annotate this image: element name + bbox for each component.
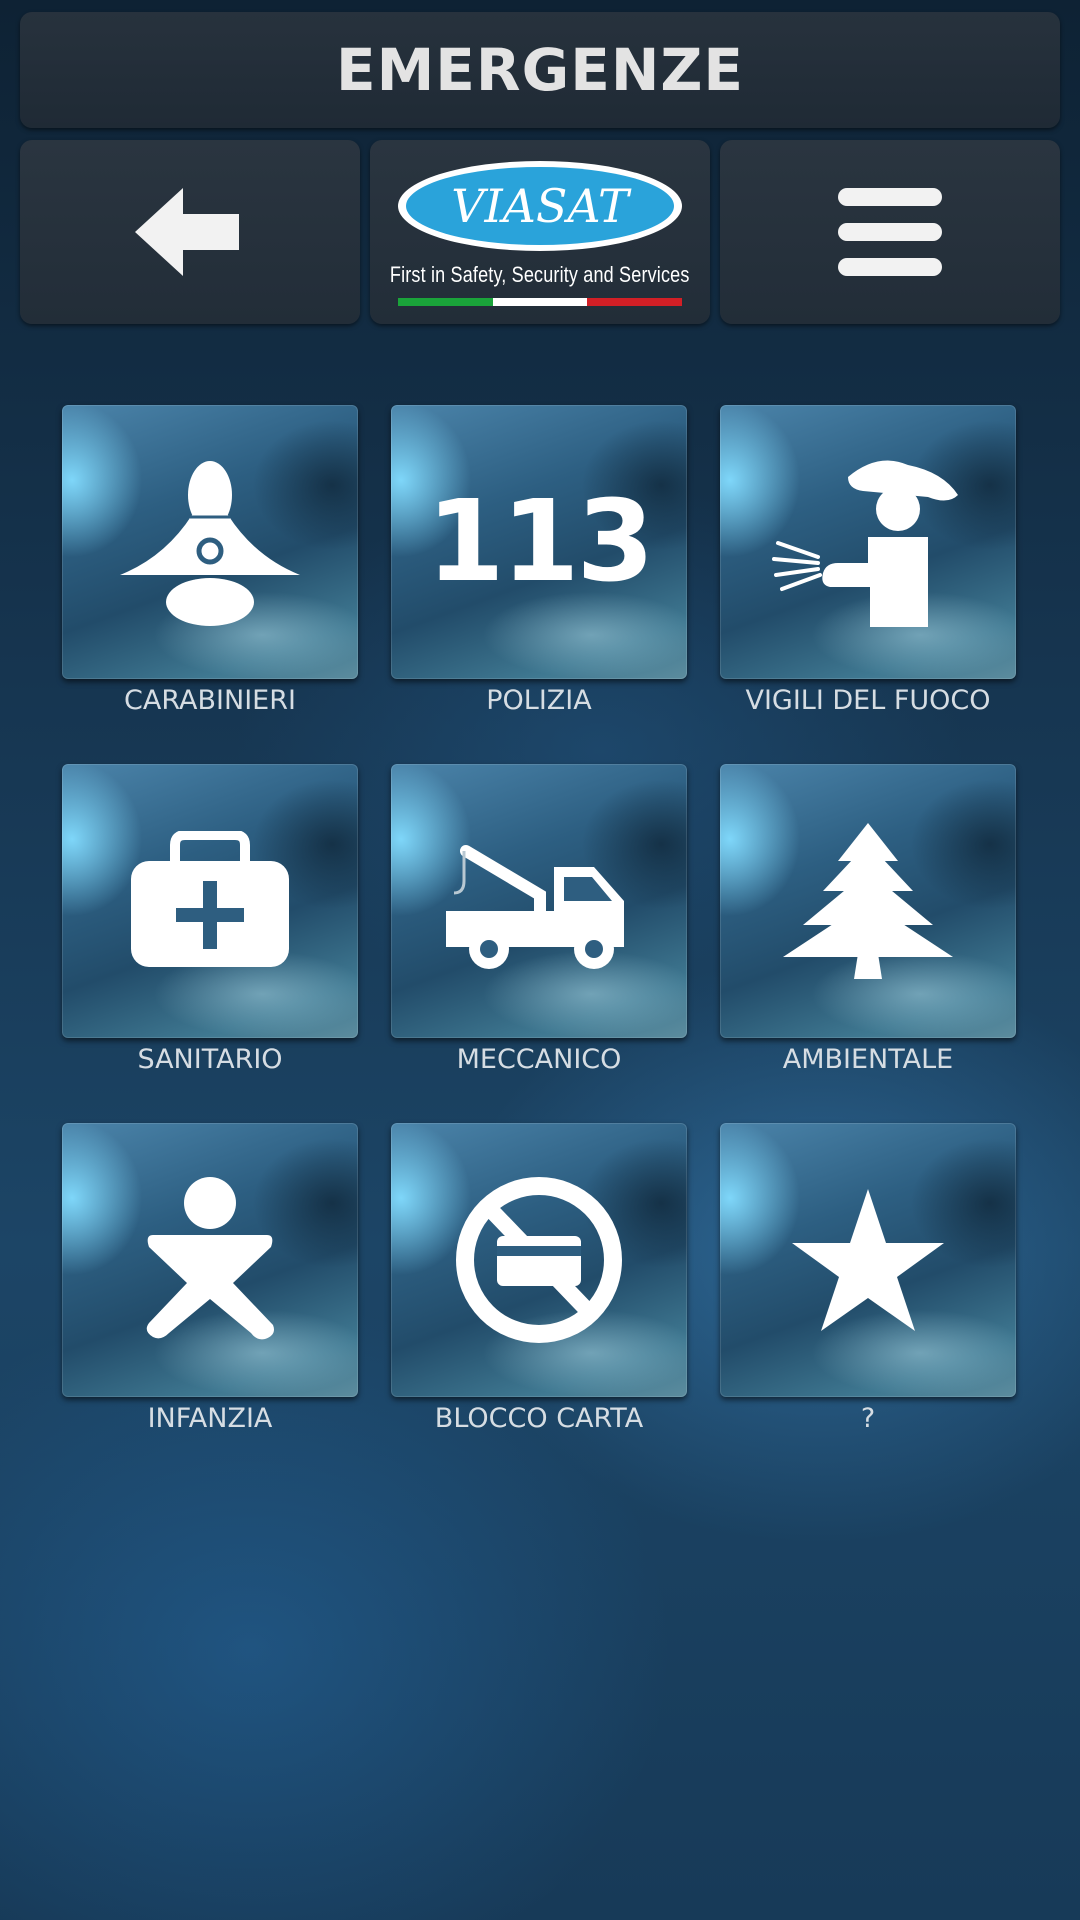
tile-blocco-carta[interactable] (391, 1123, 687, 1397)
tile-ambientale[interactable] (720, 764, 1016, 1038)
tile-label-blocco-carta: BLOCCO CARTA (434, 1403, 644, 1434)
carabiniere-icon (120, 461, 300, 626)
tile-label-infanzia: INFANZIA (147, 1403, 273, 1434)
tile-meccanico[interactable] (391, 764, 687, 1038)
pine-tree-icon (783, 823, 953, 979)
child-icon (146, 1177, 274, 1340)
menu-button[interactable] (720, 140, 1060, 324)
viasat-logo-ellipse: VIASAT (398, 161, 682, 251)
card-block-icon (456, 1177, 622, 1343)
firefighter-icon (772, 460, 958, 627)
logo-tagline: First in Safety, Security and Services (390, 262, 690, 287)
tile-vigili-del-fuoco[interactable] (720, 405, 1016, 679)
hamburger-menu-icon (838, 188, 942, 276)
tile-question[interactable] (720, 1123, 1016, 1397)
tile-label-question: ? (860, 1403, 876, 1434)
tow-truck-icon (446, 845, 624, 969)
flag-green (398, 298, 493, 306)
first-aid-kit-icon (131, 831, 289, 967)
tile-polizia[interactable]: 113 (391, 405, 687, 679)
viasat-logo: VIASAT First in Safety, Security and Ser… (390, 158, 690, 306)
title-bar: EMERGENZE (20, 12, 1060, 128)
number-113-icon: 113 (426, 477, 655, 607)
back-button[interactable] (20, 140, 360, 324)
tile-label-sanitario: SANITARIO (137, 1044, 283, 1075)
arrow-left-icon (135, 188, 239, 276)
italian-flag-stripe (398, 298, 683, 306)
tile-sanitario[interactable] (62, 764, 358, 1038)
tile-infanzia[interactable] (62, 1123, 358, 1397)
tile-label-carabinieri: CARABINIERI (124, 685, 296, 716)
tile-carabinieri[interactable] (62, 405, 358, 679)
viasat-logo-box: VIASAT First in Safety, Security and Ser… (370, 140, 710, 324)
page-title: EMERGENZE (335, 36, 745, 104)
tile-label-meccanico: MECCANICO (456, 1044, 622, 1075)
flag-red (587, 298, 683, 306)
tile-label-polizia: POLIZIA (486, 685, 592, 716)
star-icon (792, 1189, 944, 1331)
flag-white (492, 298, 588, 306)
logo-brand: VIASAT (451, 179, 632, 233)
tile-label-ambientale: AMBIENTALE (782, 1044, 954, 1075)
tile-label-vigili-del-fuoco: VIGILI DEL FUOCO (745, 685, 991, 716)
